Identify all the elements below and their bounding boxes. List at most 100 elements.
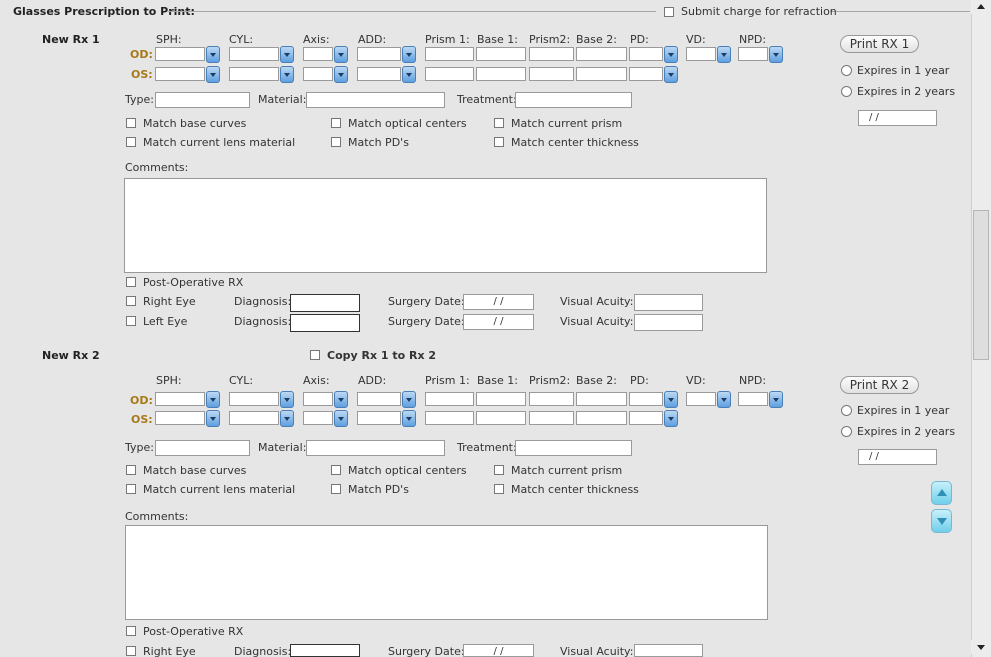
rx1-right-surgery-date-field[interactable]: / / xyxy=(463,294,534,310)
rx1-match-pds-checkbox[interactable] xyxy=(331,137,341,147)
chevron-down-icon[interactable] xyxy=(334,46,348,63)
rx2-od-base2-field[interactable] xyxy=(576,392,627,406)
chevron-down-icon[interactable] xyxy=(334,391,348,408)
rx1-right-eye-checkbox[interactable] xyxy=(126,296,136,306)
chevron-down-icon[interactable] xyxy=(402,391,416,408)
chevron-down-icon[interactable] xyxy=(206,66,220,83)
chevron-down-icon[interactable] xyxy=(280,46,294,63)
rx1-match-base-curves-checkbox[interactable] xyxy=(126,118,136,128)
page-up-icon[interactable] xyxy=(931,481,952,505)
rx1-os-axis-select[interactable] xyxy=(303,67,333,81)
rx1-right-diagnosis-field[interactable] xyxy=(290,294,360,312)
print-rx2-button[interactable]: Print RX 2 xyxy=(840,376,919,394)
submit-charge-checkbox[interactable] xyxy=(664,7,674,17)
rx2-os-prism1-field[interactable] xyxy=(425,411,474,425)
rx2-od-sph-select[interactable] xyxy=(155,392,205,406)
rx2-expires-2yr-radio[interactable] xyxy=(841,426,852,437)
rx1-od-axis-select[interactable] xyxy=(303,47,333,61)
rx2-match-pds-checkbox[interactable] xyxy=(331,484,341,494)
rx1-os-sph-select[interactable] xyxy=(155,67,205,81)
print-rx1-button[interactable]: Print RX 1 xyxy=(840,35,919,53)
chevron-down-icon[interactable] xyxy=(402,66,416,83)
rx1-right-visual-acuity-field[interactable] xyxy=(634,294,703,311)
rx1-material-field[interactable] xyxy=(306,92,445,108)
rx1-expires-1yr-radio[interactable] xyxy=(841,65,852,76)
rx1-match-center-thickness-checkbox[interactable] xyxy=(494,137,504,147)
chevron-down-icon[interactable] xyxy=(664,66,678,83)
chevron-down-icon[interactable] xyxy=(206,391,220,408)
rx2-od-prism2-field[interactable] xyxy=(529,392,574,406)
chevron-down-icon[interactable] xyxy=(280,66,294,83)
rx2-od-cyl-select[interactable] xyxy=(229,392,279,406)
chevron-down-icon[interactable] xyxy=(769,391,783,408)
rx2-od-pd-select[interactable] xyxy=(629,392,663,406)
rx1-os-add-select[interactable] xyxy=(357,67,401,81)
rx1-od-sph-select[interactable] xyxy=(155,47,205,61)
rx2-od-axis-select[interactable] xyxy=(303,392,333,406)
rx2-os-base1-field[interactable] xyxy=(476,411,526,425)
triangle-down-icon[interactable] xyxy=(971,640,991,654)
rx2-post-op-checkbox[interactable] xyxy=(126,626,136,636)
chevron-down-icon[interactable] xyxy=(769,46,783,63)
rx1-type-field[interactable] xyxy=(155,92,250,108)
rx1-os-prism1-field[interactable] xyxy=(425,67,474,81)
rx1-left-visual-acuity-field[interactable] xyxy=(634,314,703,331)
rx2-npd-select[interactable] xyxy=(738,392,768,406)
chevron-down-icon[interactable] xyxy=(717,391,731,408)
rx1-os-pd-select[interactable] xyxy=(629,67,663,81)
copy-rx1-to-rx2-checkbox[interactable] xyxy=(310,350,320,360)
rx1-od-add-select[interactable] xyxy=(357,47,401,61)
rx2-material-field[interactable] xyxy=(306,440,445,456)
rx2-od-prism1-field[interactable] xyxy=(425,392,474,406)
rx2-os-add-select[interactable] xyxy=(357,411,401,425)
rx2-match-current-prism-checkbox[interactable] xyxy=(494,465,504,475)
page-down-icon[interactable] xyxy=(931,509,952,533)
rx2-match-optical-centers-checkbox[interactable] xyxy=(331,465,341,475)
rx1-os-prism2-field[interactable] xyxy=(529,67,574,81)
rx1-os-base2-field[interactable] xyxy=(576,67,627,81)
rx1-left-surgery-date-field[interactable]: / / xyxy=(463,314,534,330)
chevron-down-icon[interactable] xyxy=(402,46,416,63)
rx2-type-field[interactable] xyxy=(155,440,250,456)
rx1-match-current-prism-checkbox[interactable] xyxy=(494,118,504,128)
chevron-down-icon[interactable] xyxy=(206,410,220,427)
chevron-down-icon[interactable] xyxy=(717,46,731,63)
rx2-right-eye-checkbox[interactable] xyxy=(126,646,136,656)
rx1-match-optical-centers-checkbox[interactable] xyxy=(331,118,341,128)
rx1-vd-select[interactable] xyxy=(686,47,716,61)
rx1-os-base1-field[interactable] xyxy=(476,67,526,81)
rx1-od-cyl-select[interactable] xyxy=(229,47,279,61)
rx2-right-diagnosis-field[interactable] xyxy=(290,644,360,657)
chevron-down-icon[interactable] xyxy=(402,410,416,427)
rx2-treatment-field[interactable] xyxy=(515,440,632,456)
chevron-down-icon[interactable] xyxy=(664,410,678,427)
rx2-os-prism2-field[interactable] xyxy=(529,411,574,425)
rx2-os-pd-select[interactable] xyxy=(629,411,663,425)
rx2-comments-textarea[interactable] xyxy=(125,525,768,620)
rx1-od-base1-field[interactable] xyxy=(476,47,526,61)
rx2-match-center-thickness-checkbox[interactable] xyxy=(494,484,504,494)
rx1-treatment-field[interactable] xyxy=(515,92,632,108)
chevron-down-icon[interactable] xyxy=(206,46,220,63)
rx2-right-visual-acuity-field[interactable] xyxy=(634,644,703,657)
rx1-match-lens-material-checkbox[interactable] xyxy=(126,137,136,147)
rx2-os-sph-select[interactable] xyxy=(155,411,205,425)
rx2-od-base1-field[interactable] xyxy=(476,392,526,406)
rx1-expires-2yr-radio[interactable] xyxy=(841,86,852,97)
rx2-od-add-select[interactable] xyxy=(357,392,401,406)
rx1-npd-select[interactable] xyxy=(738,47,768,61)
chevron-down-icon[interactable] xyxy=(334,410,348,427)
rx1-od-pd-select[interactable] xyxy=(629,47,663,61)
rx2-match-base-curves-checkbox[interactable] xyxy=(126,465,136,475)
chevron-down-icon[interactable] xyxy=(334,66,348,83)
rx1-os-cyl-select[interactable] xyxy=(229,67,279,81)
rx2-os-axis-select[interactable] xyxy=(303,411,333,425)
rx1-comments-textarea[interactable] xyxy=(124,178,767,273)
rx1-expire-date-field[interactable]: / / xyxy=(858,110,937,126)
rx2-vd-select[interactable] xyxy=(686,392,716,406)
triangle-up-icon[interactable] xyxy=(971,0,991,14)
rx1-od-prism1-field[interactable] xyxy=(425,47,474,61)
rx2-expire-date-field[interactable]: / / xyxy=(858,449,937,465)
rx2-os-base2-field[interactable] xyxy=(576,411,627,425)
rx2-match-lens-material-checkbox[interactable] xyxy=(126,484,136,494)
